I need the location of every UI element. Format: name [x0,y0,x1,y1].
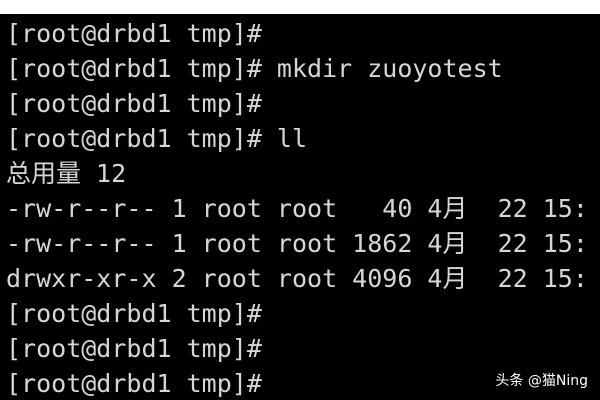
watermark: 头条 @猫Ning [495,373,588,389]
terminal-line: [root@drbd1 tmp]# [6,19,262,48]
terminal-line: -rw-r--r-- 1 root root 1862 4月 22 15: [6,229,588,258]
screenshot-frame: [root@drbd1 tmp]# [root@drbd1 tmp]# mkdi… [0,0,600,400]
terminal-line: [root@drbd1 tmp]# [6,89,262,118]
terminal-line: [root@drbd1 tmp]# mkdir zuoyotest [6,54,503,83]
terminal-line: 总用量 12 [6,159,127,188]
terminal-line: drwxr-xr-x 2 root root 4096 4月 22 15: [6,264,588,293]
terminal-line: [root@drbd1 tmp]# [6,299,262,328]
terminal-window[interactable]: [root@drbd1 tmp]# [root@drbd1 tmp]# mkdi… [0,14,600,400]
terminal-line: -rw-r--r-- 1 root root 40 4月 22 15: [6,194,588,223]
terminal-line: [root@drbd1 tmp]# [6,334,262,363]
terminal-output: [root@drbd1 tmp]# [root@drbd1 tmp]# mkdi… [6,16,600,400]
terminal-line: [root@drbd1 tmp]# ll [6,124,308,153]
